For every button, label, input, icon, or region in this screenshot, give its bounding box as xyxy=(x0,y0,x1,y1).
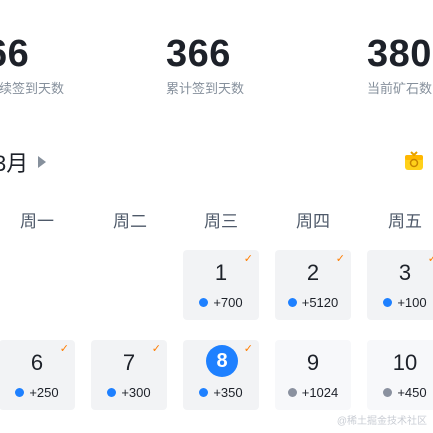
ore-icon xyxy=(287,298,297,307)
ore-icon xyxy=(107,388,117,397)
day-cell[interactable]: ✓ 6 +250 xyxy=(0,340,75,410)
ore-count-label: 当前矿石数 xyxy=(367,81,433,96)
total-days-label: 累计签到天数 xyxy=(166,81,245,96)
day-points: +5120 xyxy=(275,295,351,310)
ore-icon xyxy=(199,388,209,397)
day-number: 9 xyxy=(306,350,320,375)
day-number: 6 xyxy=(30,350,44,375)
weekday-wed: 周三 xyxy=(204,212,238,231)
month-label: 3月 xyxy=(0,151,29,176)
points-value: +100 xyxy=(397,295,427,310)
total-days-value: 366 xyxy=(166,33,231,75)
points-value: +1024 xyxy=(301,385,339,400)
ore-icon xyxy=(15,388,25,397)
day-cell[interactable]: ✓ 1 +700 xyxy=(183,250,259,320)
points-value: +250 xyxy=(29,385,59,400)
day-number: 10 xyxy=(392,350,418,375)
points-value: +700 xyxy=(213,295,243,310)
day-points: +450 xyxy=(367,385,433,400)
day-points: +350 xyxy=(183,385,259,400)
weekday-mon: 周一 xyxy=(20,212,54,231)
ore-icon xyxy=(199,298,209,307)
points-value: +450 xyxy=(397,385,427,400)
weekday-thu: 周四 xyxy=(296,212,330,231)
next-month-icon[interactable] xyxy=(38,156,47,168)
ore-icon xyxy=(383,388,393,397)
day-points: +700 xyxy=(183,295,259,310)
consecutive-days-label: 连续签到天数 xyxy=(0,81,65,96)
weekday-tue: 周二 xyxy=(113,212,147,231)
gift-icon[interactable] xyxy=(402,148,426,172)
consecutive-days-value: 66 xyxy=(0,33,30,75)
day-points: +300 xyxy=(91,385,167,400)
consecutive-days-stat: 66 连续签到天数 xyxy=(0,32,64,97)
day-number: 1 xyxy=(214,260,228,285)
day-cell[interactable]: ✓ 3 +100 xyxy=(367,250,433,320)
total-days-stat: 366 累计签到天数 xyxy=(166,32,244,97)
ore-count-stat: 380 当前矿石数 xyxy=(367,32,432,97)
day-cell-today[interactable]: ✓ 8 +350 xyxy=(183,340,259,410)
day-number: 2 xyxy=(306,260,320,285)
day-number: 3 xyxy=(398,260,412,285)
points-value: +350 xyxy=(213,385,243,400)
points-value: +5120 xyxy=(301,295,339,310)
month-switcher: 3月 xyxy=(0,146,47,178)
checked-icon: ✓ xyxy=(243,343,253,355)
weekday-fri: 周五 xyxy=(388,212,422,231)
day-cell[interactable]: 10 +450 xyxy=(367,340,433,410)
ore-icon xyxy=(287,388,297,397)
today-marker: 8 xyxy=(206,345,238,377)
ore-icon xyxy=(383,298,393,307)
points-value: +300 xyxy=(121,385,151,400)
day-points: +250 xyxy=(0,385,75,400)
day-points: +100 xyxy=(367,295,433,310)
day-number: 7 xyxy=(122,350,136,375)
day-points: +1024 xyxy=(275,385,351,400)
watermark: @稀土掘金技术社区 xyxy=(336,416,427,427)
day-cell[interactable]: ✓ 7 +300 xyxy=(91,340,167,410)
day-cell[interactable]: ✓ 2 +5120 xyxy=(275,250,351,320)
day-cell[interactable]: 9 +1024 xyxy=(275,340,351,410)
ore-count-value: 380 xyxy=(367,33,432,75)
